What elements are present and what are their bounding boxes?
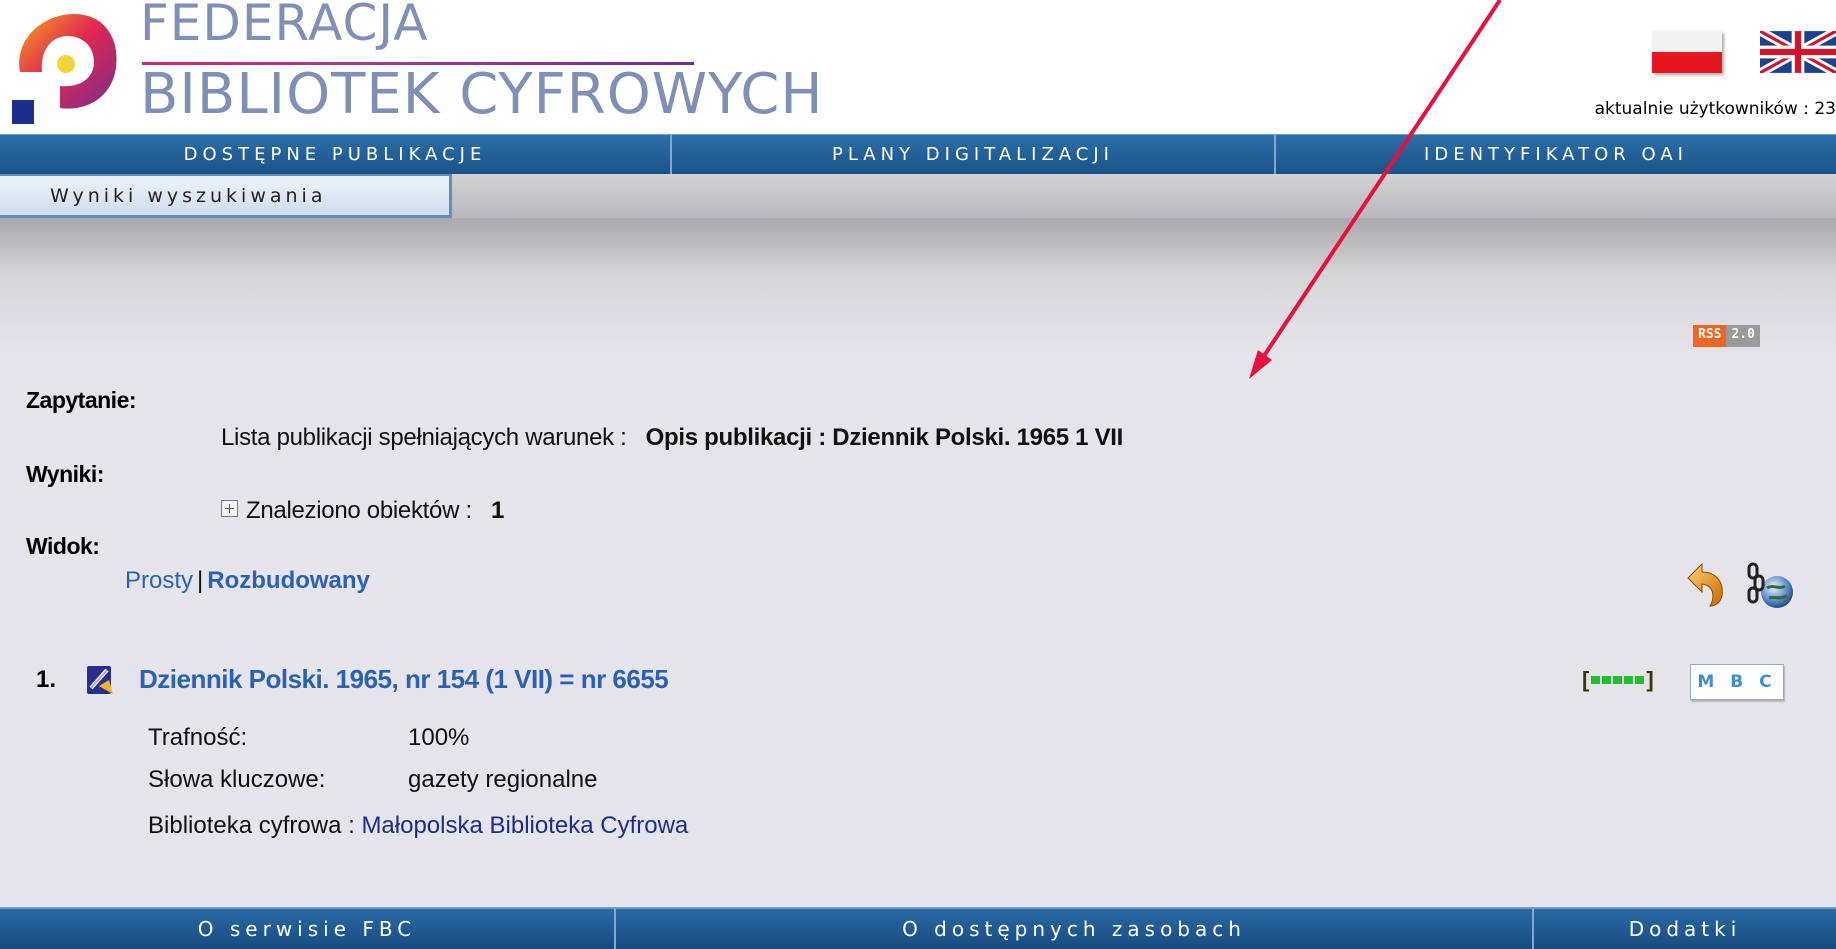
tab-plany-digitalizacji[interactable]: PLANY DIGITALIZACJI — [672, 135, 1276, 174]
library-key: Biblioteka cyfrowa : — [148, 812, 355, 839]
relevance-bar — [1613, 676, 1623, 684]
query-description: Lista publikacji spełniających warunek :… — [221, 424, 1123, 452]
query-condition: Opis publikacji : Dziennik Polski. 1965 … — [645, 424, 1124, 451]
result-number: 1. — [36, 666, 57, 693]
logo-line-2: BIBLIOTEK CYFROWYCH — [140, 62, 824, 127]
relevance-bar — [1635, 676, 1645, 684]
rss-version: 2.0 — [1726, 325, 1760, 347]
library-badge-button[interactable]: M B C — [1690, 664, 1784, 700]
result-title-link[interactable]: Dziennik Polski. 1965, nr 154 (1 VII) = … — [139, 664, 669, 695]
bottom-navigation: O serwisie FBC O dostępnych zasobach Dod… — [0, 907, 1836, 949]
expand-plus-icon[interactable] — [221, 500, 238, 518]
found-count: 1 — [490, 497, 505, 524]
tab-dostepne-publikacje[interactable]: DOSTĘPNE PUBLIKACJE — [0, 135, 672, 174]
tab-wyniki-wyszukiwania[interactable]: Wyniki wyszukiwania — [0, 174, 452, 218]
query-heading: Zapytanie: — [26, 387, 137, 413]
relevance-bar — [1624, 676, 1634, 684]
tab-o-serwisie[interactable]: O serwisie FBC — [0, 909, 616, 949]
relevance-bar — [1602, 676, 1612, 684]
relevance-bracket-open: [ — [1582, 667, 1590, 692]
tab-dodatki[interactable]: Dodatki — [1534, 909, 1836, 949]
link-globe-icon[interactable] — [1745, 562, 1797, 610]
relevance-meter: [ ] — [1582, 667, 1654, 693]
library-link[interactable]: Małopolska Biblioteka Cyfrowa — [361, 812, 688, 839]
view-simple-link[interactable]: Prosty — [125, 567, 193, 594]
relevance-key: Trafność: — [148, 724, 248, 751]
uk-flag-icon[interactable] — [1760, 31, 1836, 73]
view-switcher: Prosty | Rozbudowany — [125, 567, 370, 595]
rss-label: RSS — [1693, 325, 1727, 347]
search-results-panel — [0, 218, 1836, 907]
relevance-bars — [1591, 676, 1645, 684]
relevance-bracket-close: ] — [1646, 667, 1654, 692]
found-label: Znaleziono obiektów : — [246, 497, 472, 524]
document-scroll-icon[interactable] — [85, 664, 115, 696]
fbc-logo-icon[interactable] — [10, 8, 122, 126]
view-heading: Widok: — [26, 533, 100, 559]
tab-o-zasobach[interactable]: O dostępnych zasobach — [616, 909, 1534, 949]
keywords-key: Słowa kluczowe: — [148, 766, 326, 793]
relevance-bar — [1591, 676, 1601, 684]
results-heading: Wyniki: — [26, 461, 104, 487]
view-extended-link[interactable]: Rozbudowany — [207, 567, 370, 594]
logo-line-1: FEDERACJA — [140, 0, 429, 52]
relevance-value: 100% — [408, 724, 470, 751]
query-prefix: Lista publikacji spełniających warunek : — [221, 424, 627, 451]
users-online-counter: aktualnie użytkowników : 23 — [1594, 99, 1836, 119]
top-navigation: DOSTĘPNE PUBLIKACJE PLANY DIGITALIZACJI … — [0, 134, 1836, 174]
view-separator: | — [197, 567, 204, 594]
library-row: Biblioteka cyfrowa : Małopolska Bibliote… — [148, 812, 688, 840]
keywords-value: gazety regionalne — [408, 766, 598, 793]
rss-feed-button[interactable]: RSS 2.0 — [1693, 325, 1760, 347]
poland-flag-icon[interactable] — [1652, 31, 1722, 73]
tab-identyfikator-oai[interactable]: IDENTYFIKATOR OAI — [1276, 135, 1836, 174]
found-objects: Znaleziono obiektów : 1 — [221, 497, 504, 525]
back-arrow-icon[interactable] — [1684, 562, 1726, 608]
